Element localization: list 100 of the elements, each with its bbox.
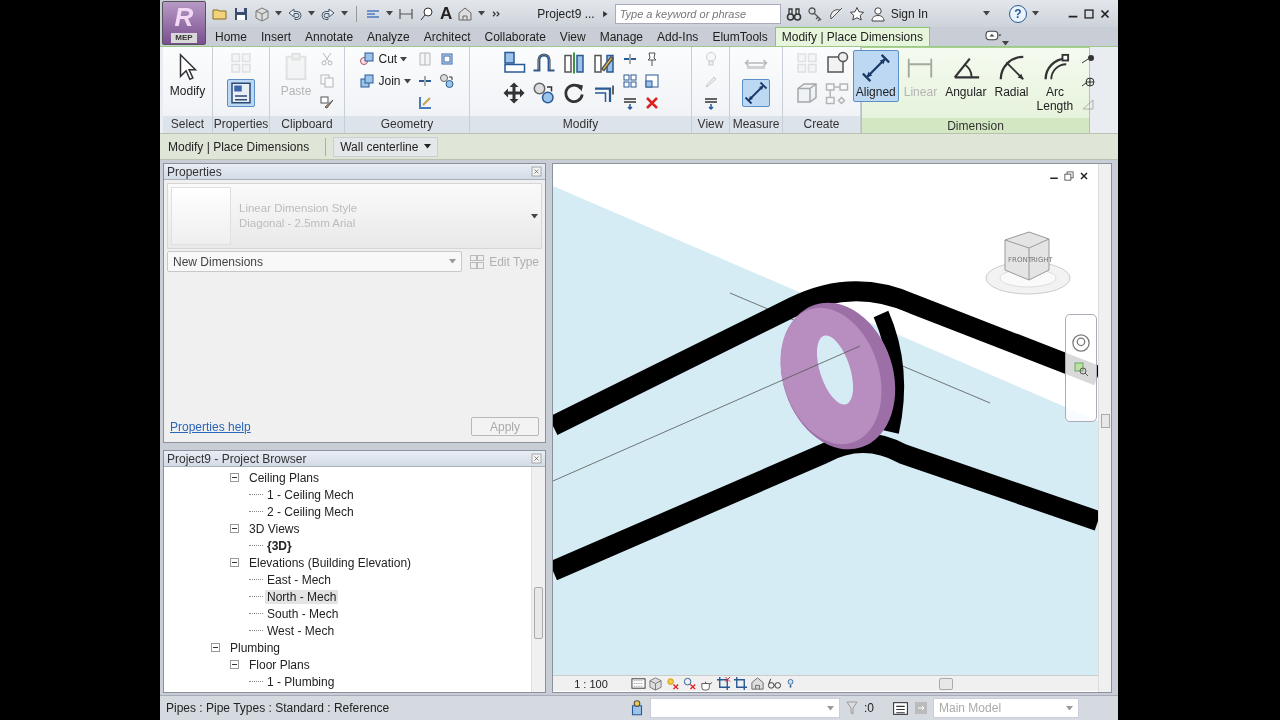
copy-circles-icon [438,73,455,89]
crop-icon[interactable] [716,676,731,691]
panel-title: Project9 - Project Browser [167,451,307,466]
cube-icon[interactable] [254,5,270,22]
floppy-icon[interactable] [233,5,249,22]
help-button[interactable]: ? [1009,4,1027,23]
properties-help-link[interactable]: Properties help [170,419,251,434]
tree-item[interactable]: Floor Plans [247,657,312,672]
vertical-scrollbar[interactable] [531,467,545,692]
list-icon[interactable] [892,699,909,717]
collapse-toggle[interactable] [230,660,239,669]
tool-button[interactable]: Join [357,71,413,91]
caret-icon[interactable] [341,11,348,16]
binoculars-icon[interactable] [785,5,802,22]
sign-in-link[interactable]: Sign In [890,6,928,21]
circle-cross-icon[interactable] [682,676,697,691]
undo-icon[interactable] [287,5,303,22]
glasses-icon[interactable] [767,676,782,691]
panel-close-icon[interactable] [531,453,542,464]
panel-title: View [692,116,729,133]
zoom-icon[interactable] [1073,361,1089,377]
crop-frame-icon[interactable] [733,676,748,691]
application-menu-button[interactable]: R MEP [162,1,206,45]
tree-item[interactable]: South - Mech [265,606,341,621]
close-icon[interactable] [1078,170,1090,182]
tool-button[interactable]: Angular [942,50,990,102]
selection-count: :0 [864,701,874,715]
caret-icon[interactable] [478,11,486,16]
caret-icon[interactable] [983,11,990,16]
hatch-icon[interactable] [631,676,646,691]
user-icon[interactable] [869,5,886,22]
tree-item[interactable]: Elevations (Building Elevation) [247,555,414,570]
collapse-toggle[interactable] [230,524,239,533]
ribbon-tab[interactable]: Analyze [360,27,417,46]
instance-dropdown[interactable]: New Dimensions [167,251,463,272]
caret-icon[interactable] [308,11,315,16]
caret-icon[interactable] [400,56,408,62]
gear-box-icon [824,51,849,75]
tree-item[interactable]: 3D Views [247,521,302,536]
tool-button[interactable]: Radial [991,50,1032,102]
ribbon-tab[interactable]: Insert [254,27,299,46]
house-icon[interactable] [750,676,765,691]
panel-title: Clipboard [270,116,344,133]
ribbon-tab[interactable]: Collaborate [477,27,553,46]
tree-item[interactable]: West - Mech [265,623,337,638]
tool-button[interactable]: Cut [357,49,410,69]
tree-item[interactable]: 1 - Ceiling Mech [265,487,356,502]
caret-icon[interactable] [275,11,282,16]
collapse-toggle[interactable] [230,558,239,567]
caret-icon[interactable] [403,78,411,84]
tree-item[interactable]: East - Mech [265,572,334,587]
type-preview-image [171,187,231,245]
ribbon-tab[interactable]: View [552,27,593,46]
maximize-icon[interactable] [1082,6,1096,21]
collapse-toggle[interactable] [211,643,220,652]
placement-dropdown[interactable]: Wall centerline [333,136,439,157]
small-bulb-icon[interactable] [784,677,797,690]
cube-icon[interactable] [648,676,663,691]
tool-button[interactable]: Modify [166,49,209,101]
tree-item[interactable]: 2 - Ceiling Mech [265,504,356,519]
corner-icon [416,95,433,111]
collapse-toggle[interactable] [230,473,239,482]
ribbon-tab[interactable]: Add-Ins [650,27,706,46]
star-icon[interactable] [848,5,865,22]
tool-button[interactable] [227,79,255,107]
sun-cross-icon[interactable] [665,676,680,691]
view-scale[interactable]: 1 : 100 [553,677,629,690]
vertical-scrollbar[interactable] [1098,164,1111,692]
copy-icon [319,73,335,89]
tree-item[interactable]: North - Mech [265,589,339,604]
crosshair-icon [1080,74,1097,90]
tree-item[interactable]: Ceiling Plans [247,470,322,485]
type-family: Linear Dimension Style [239,201,359,216]
tree-item[interactable]: 1 - Plumbing [265,674,337,689]
caret-icon [424,144,432,149]
tree-item[interactable]: Plumbing [228,640,283,655]
align-icon [501,51,526,75]
restore-icon[interactable] [1063,170,1075,182]
caret-icon[interactable] [386,11,393,16]
ribbon-tab[interactable]: ElumTools [705,27,775,46]
mirror-icon [561,51,586,75]
ribbon-tab[interactable]: Manage [592,27,650,46]
tool-button[interactable]: Arc Length [1033,50,1077,116]
caret-icon[interactable] [1032,11,1039,16]
key-icon[interactable] [806,5,823,22]
ribbon-tab[interactable]: Home [208,27,254,46]
split-icon [416,73,433,89]
ribbon-tab[interactable]: Architect [416,27,478,46]
redo-icon[interactable] [320,5,336,22]
ribbon-tab[interactable]: Modify | Place Dimensions [774,27,930,46]
search-field[interactable]: Type a keyword or phrase [614,3,781,24]
text-tool-button[interactable]: A [440,4,453,23]
shapes-icon [359,51,376,67]
tool-button[interactable] [742,79,770,107]
tree-item[interactable]: {3D} [265,538,294,553]
frame-icon [438,51,455,67]
panel-close-icon[interactable] [531,166,542,177]
wheel-icon[interactable] [1071,333,1091,353]
tool-button[interactable]: Aligned [852,50,899,102]
ribbon-tab[interactable]: Annotate [298,27,361,46]
